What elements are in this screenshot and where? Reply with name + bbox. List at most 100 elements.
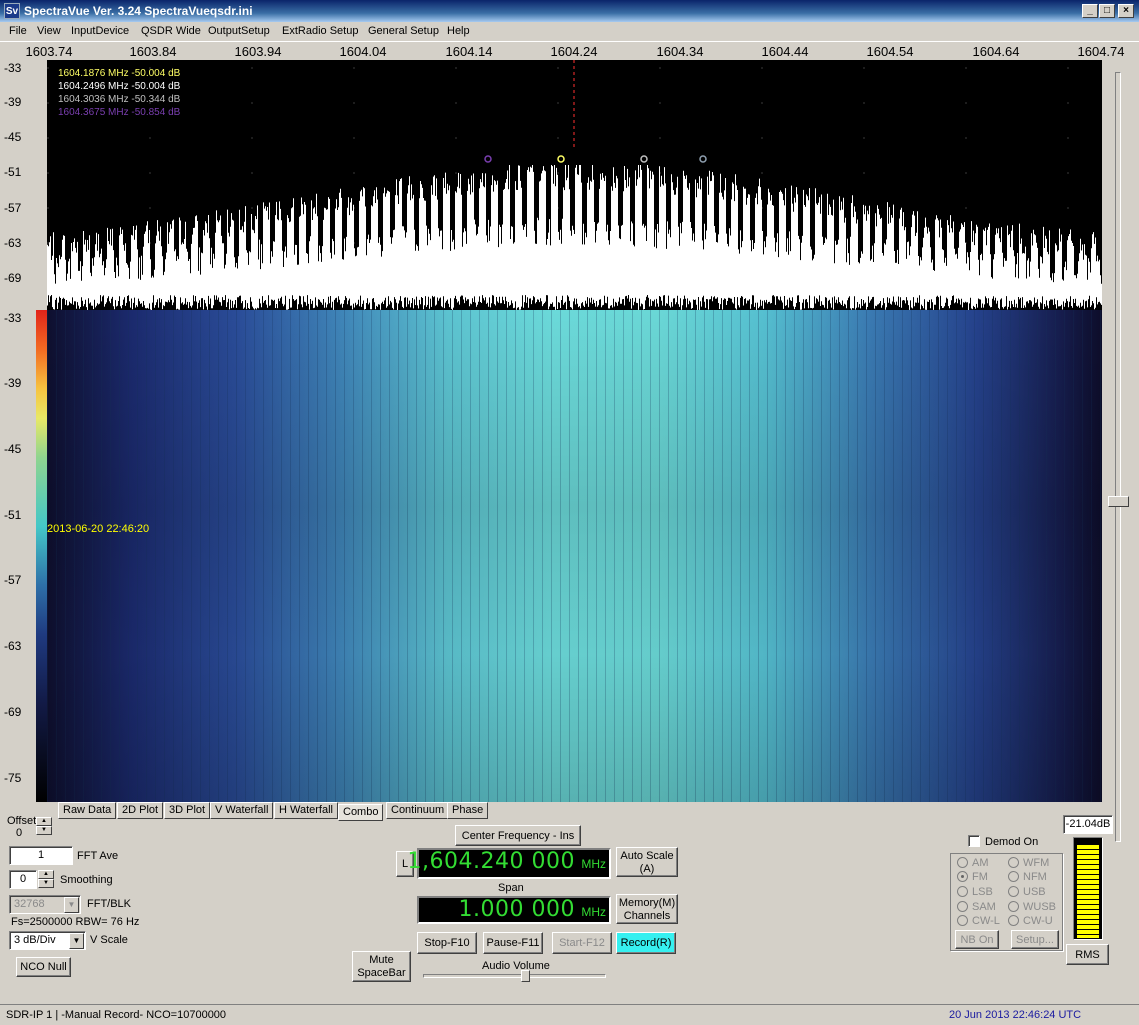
mode-label: CW-U <box>1023 915 1053 927</box>
setup-button[interactable]: Setup... <box>1011 930 1059 949</box>
mode-radio-wusb[interactable]: WUSB <box>1008 901 1056 913</box>
smoothing-input[interactable]: 0 <box>9 870 37 889</box>
mode-label: USB <box>1023 886 1046 898</box>
menu-outputsetup[interactable]: OutputSetup <box>208 25 270 37</box>
meter-segment-gap <box>1077 899 1099 900</box>
spin-down-icon[interactable]: ▼ <box>38 879 54 888</box>
vscale-label: V Scale <box>90 934 128 946</box>
mode-radio-cw-l[interactable]: CW-L <box>957 915 1000 927</box>
menu-help[interactable]: Help <box>447 25 470 37</box>
meter-segment-gap <box>1077 884 1099 885</box>
demod-on-checkbox[interactable]: Demod On <box>968 835 1038 848</box>
auto-scale-button[interactable]: Auto Scale (A) <box>616 847 678 877</box>
fft-blk-select[interactable]: 32768 ▼ <box>9 895 81 914</box>
smoothing-spinner[interactable]: ▲ ▼ <box>38 870 54 889</box>
offset-spinner[interactable]: ▲ ▼ <box>36 817 52 836</box>
vscale-select[interactable]: 3 dB/Div ▼ <box>9 931 86 950</box>
menu-extradio-setup[interactable]: ExtRadio Setup <box>282 25 358 37</box>
span-display[interactable]: 1.000 000 MHz <box>417 896 611 924</box>
meter-segment-gap <box>1077 879 1099 880</box>
fft-ave-label: FFT Ave <box>77 850 119 862</box>
audio-volume-thumb[interactable] <box>520 970 530 982</box>
fs-rbw-info: Fs=2500000 RBW= 76 Hz <box>11 916 140 928</box>
radio-icon <box>1008 915 1019 926</box>
meter-segment-gap <box>1077 859 1099 860</box>
radio-icon <box>957 857 968 868</box>
waterfall-timestamp: 2013-06-20 22:46:20 <box>47 523 150 535</box>
radio-icon <box>1008 901 1019 912</box>
tab-continuum[interactable]: Continuum <box>386 802 450 819</box>
menu-inputdevice[interactable]: InputDevice <box>71 25 129 37</box>
spectrum-db-label: -39 <box>4 95 22 109</box>
mode-radio-nfm[interactable]: NFM <box>1008 871 1047 883</box>
meter-segment-gap <box>1077 904 1099 905</box>
spin-up-icon[interactable]: ▲ <box>38 870 54 879</box>
chevron-down-icon[interactable]: ▼ <box>64 897 79 913</box>
waterfall-display[interactable]: 2013-06-20 22:46:20 <box>47 310 1102 802</box>
center-frequency-display[interactable]: 1,604.240 000 MHz <box>408 848 611 879</box>
meter-segment-gap <box>1077 919 1099 920</box>
rms-button[interactable]: RMS <box>1066 944 1109 965</box>
mode-radio-am[interactable]: AM <box>957 857 989 869</box>
mode-radio-wfm[interactable]: WFM <box>1008 857 1049 869</box>
marker-readout-3: 1604.3036 MHz -50.344 dB <box>58 94 181 105</box>
chevron-down-icon[interactable]: ▼ <box>69 933 84 949</box>
record-button[interactable]: Record(R) <box>616 932 676 954</box>
status-mode: -Manual Record- <box>61 1009 144 1021</box>
close-button[interactable]: × <box>1118 4 1134 18</box>
tab-3d-plot[interactable]: 3D Plot <box>164 802 211 819</box>
reference-level-slider-thumb[interactable] <box>1108 496 1129 507</box>
meter-segment-gap <box>1077 854 1099 855</box>
title-bar: Sv SpectraVue Ver. 3.24 SpectraVueqsdr.i… <box>0 0 1139 22</box>
tab-v-waterfall[interactable]: V Waterfall <box>210 802 274 819</box>
mode-label: WUSB <box>1023 901 1056 913</box>
spectrum-trace-path <box>47 165 1102 310</box>
marker-readout-2: 1604.2496 MHz -50.004 dB <box>58 81 181 92</box>
mode-radio-fm[interactable]: FM <box>957 871 988 883</box>
stop-button[interactable]: Stop-F10 <box>417 932 477 954</box>
menu-general-setup[interactable]: General Setup <box>368 25 439 37</box>
checkbox-icon[interactable] <box>968 835 980 847</box>
center-frequency-button[interactable]: Center Frequency - Ins <box>455 825 581 846</box>
reference-level-slider-track[interactable] <box>1115 72 1121 842</box>
spin-up-icon[interactable]: ▲ <box>36 817 52 826</box>
menu-file[interactable]: File <box>9 25 27 37</box>
fft-ave-input[interactable]: 1 <box>9 846 73 865</box>
status-device-text: SDR-IP 1 <box>6 1009 53 1021</box>
marker-readout-1: 1604.1876 MHz -50.004 dB <box>58 68 181 79</box>
waterfall-shading <box>47 310 1102 802</box>
menu-qsdr-wide[interactable]: QSDR Wide <box>141 25 201 37</box>
memory-channels-button[interactable]: Memory(M) Channels <box>616 894 678 924</box>
tab-combo[interactable]: Combo <box>338 804 384 821</box>
menu-view[interactable]: View <box>37 25 61 37</box>
spin-down-icon[interactable]: ▼ <box>36 826 52 835</box>
nb-on-button[interactable]: NB On <box>955 930 999 949</box>
radio-icon <box>957 901 968 912</box>
maximize-button[interactable]: □ <box>1099 4 1115 18</box>
tab-raw-data[interactable]: Raw Data <box>58 802 117 819</box>
tab-phase[interactable]: Phase <box>447 802 489 819</box>
freq-tick-label: 1603.94 <box>234 44 282 59</box>
mode-radio-sam[interactable]: SAM <box>957 901 996 913</box>
minimize-button[interactable]: _ <box>1082 4 1098 18</box>
spectrum-plot[interactable]: 1604.1876 MHz -50.004 dB 1604.2496 MHz -… <box>47 60 1102 310</box>
mode-radio-usb[interactable]: USB <box>1008 886 1046 898</box>
nco-null-button[interactable]: NCO Null <box>16 957 71 977</box>
audio-volume-slider[interactable] <box>423 974 606 978</box>
mute-button[interactable]: Mute SpaceBar <box>352 951 411 982</box>
peak-marker-icon <box>640 155 648 163</box>
pause-button[interactable]: Pause-F11 <box>483 932 543 954</box>
meter-segment-gap <box>1077 909 1099 910</box>
mode-radio-lsb[interactable]: LSB <box>957 886 993 898</box>
meter-segment-gap <box>1077 914 1099 915</box>
tab-h-waterfall[interactable]: H Waterfall <box>274 802 338 819</box>
tab-2d-plot[interactable]: 2D Plot <box>117 802 164 819</box>
offset-value: 0 <box>16 827 23 839</box>
spectrum-trace <box>47 60 1102 310</box>
mode-radio-cw-u[interactable]: CW-U <box>1008 915 1053 927</box>
meter-segment-gap <box>1077 869 1099 870</box>
peak-marker-icon <box>484 155 492 163</box>
start-button[interactable]: Start-F12 <box>552 932 612 954</box>
peak-marker-icon <box>557 155 565 163</box>
span-value: 1.000 000 <box>458 897 575 922</box>
